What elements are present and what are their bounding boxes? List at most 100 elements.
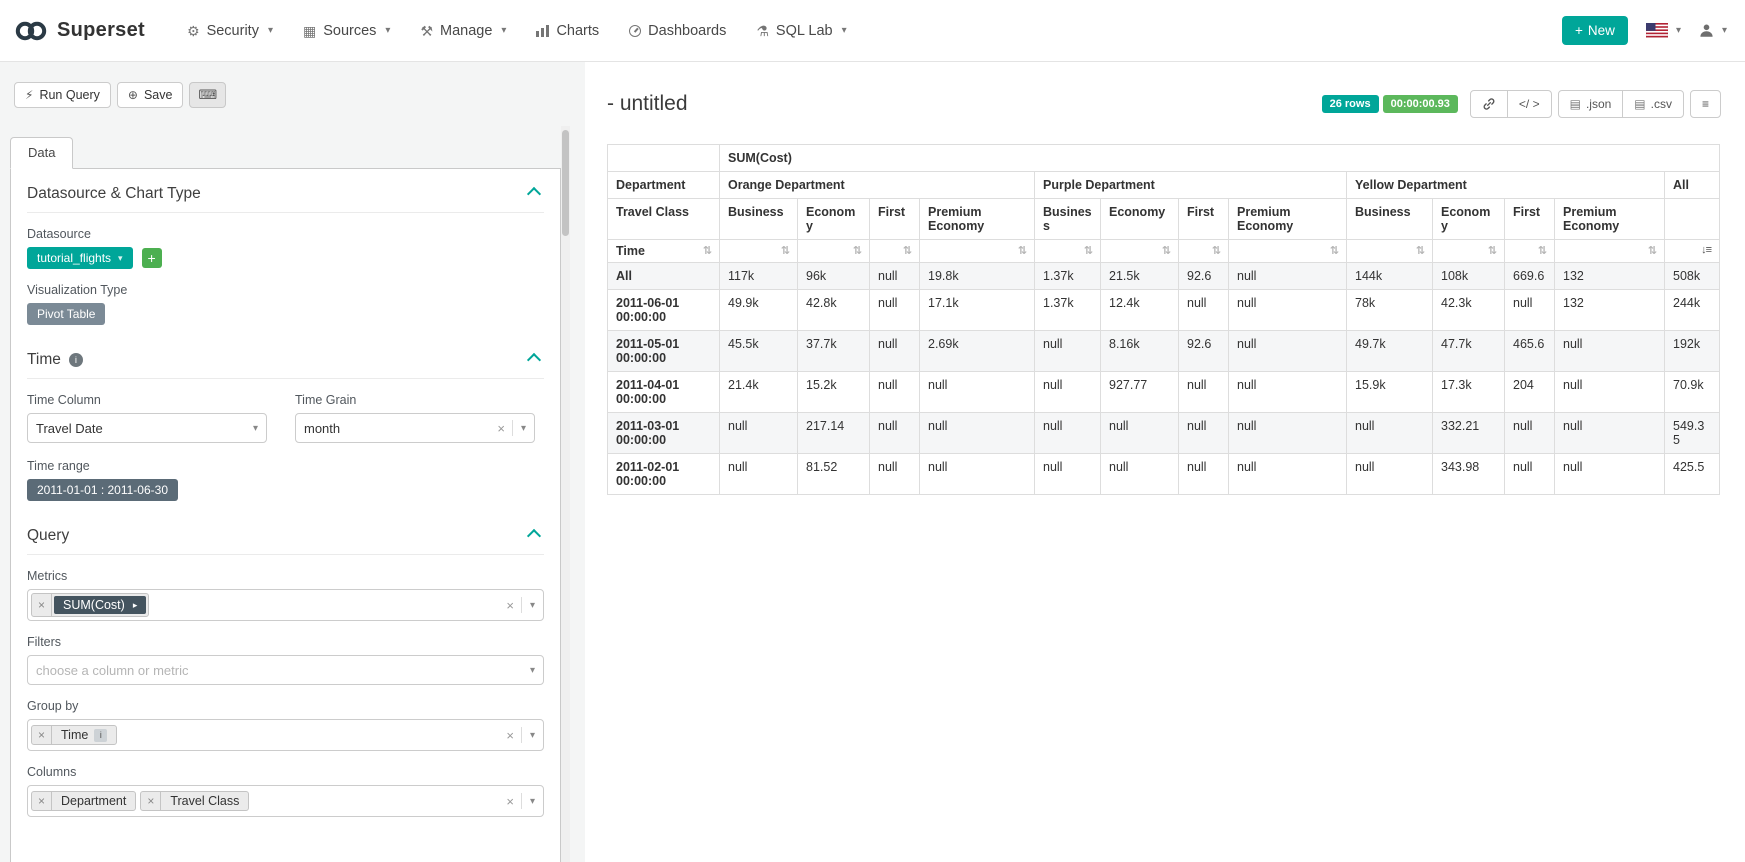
sort-icon[interactable]: ⇅ [1018,244,1026,257]
pivot-sort-column-header[interactable]: ⇅ [1179,240,1229,263]
column-chip[interactable]: ×Department [31,791,136,811]
new-button[interactable]: +New [1562,16,1628,45]
caret-right-icon: ▸ [133,600,138,611]
sort-icon[interactable]: ⇅ [781,244,789,257]
view-query-button[interactable]: </ > [1507,90,1552,118]
pivot-cell: null [1179,413,1229,454]
pivot-cell: null [1347,454,1433,495]
language-selector[interactable]: ▾ [1646,23,1681,38]
sort-icon[interactable]: ⇅ [853,244,861,257]
navbar-menu: ⚙Security▾▦Sources▾⚒Manage▾ChartsDashboa… [173,13,861,49]
time-range-field: Time range 2011-01-01 : 2011-06-30 [27,459,544,501]
sort-icon[interactable]: ⇅ [1488,244,1496,257]
pivot-sort-column-header[interactable]: ⇅ [798,240,870,263]
sort-icon[interactable]: ⇅ [1538,244,1546,257]
groupby-chip[interactable]: ×Timei [31,725,117,745]
save-button[interactable]: ⊕ Save [117,82,184,108]
sort-icon[interactable]: ⇅ [1212,244,1220,257]
clear-all-icon[interactable]: × [501,728,519,743]
pivot-class-header: Premium Economy [1555,199,1665,240]
pivot-row: 2011-03-01 00:00:00null217.14nullnullnul… [608,413,1720,454]
metric-pill-label: SUM(Cost) [63,598,125,612]
gear-icon: ⚙ [187,24,200,38]
time-range-button[interactable]: 2011-01-01 : 2011-06-30 [27,479,178,501]
collapse-chevron-icon[interactable] [527,353,541,367]
sort-icon[interactable]: ⇅ [903,244,911,257]
query-duration-badge: 00:00:00.93 [1383,95,1458,113]
export-csv-button[interactable]: ▤ .csv [1622,90,1684,118]
pivot-sort-column-header[interactable]: ↓≡ [1665,240,1720,263]
nav-item-manage[interactable]: ⚒Manage▾ [406,13,520,49]
pivot-sort-column-header[interactable]: ⇅ [870,240,920,263]
nav-item-charts[interactable]: Charts [522,13,613,49]
sort-icon[interactable]: ⇅ [1084,244,1092,257]
pivot-sort-time-header[interactable]: Time⇅ [608,240,720,263]
pivot-cell: 47.7k [1433,331,1505,372]
pivot-row-label: 2011-05-01 00:00:00 [608,331,720,372]
column-chip[interactable]: ×Travel Class [140,791,249,811]
pivot-row: 2011-06-01 00:00:0049.9k42.8knull17.1k1.… [608,290,1720,331]
us-flag-icon [1646,23,1668,38]
nav-item-label: Manage [440,23,492,39]
remove-chip-icon[interactable]: × [32,726,52,744]
groupby-select[interactable]: ×Timei × ▾ [27,719,544,751]
collapse-chevron-icon[interactable] [527,529,541,543]
pivot-sort-column-header[interactable]: ⇅ [720,240,798,263]
scrollbar-thumb[interactable] [562,130,569,236]
run-query-label: Run Query [39,88,99,102]
pivot-sort-column-header[interactable]: ⇅ [1555,240,1665,263]
pivot-cell: null [1505,454,1555,495]
sort-icon[interactable]: ⇅ [1648,244,1656,257]
add-datasource-button[interactable]: + [142,248,162,268]
metric-chip[interactable]: × SUM(Cost) ▸ [31,593,149,617]
pivot-cell: 21.4k [720,372,798,413]
tab-data[interactable]: Data [10,137,73,169]
filters-select[interactable]: choose a column or metric ▾ [27,655,544,685]
columns-select[interactable]: ×Department×Travel Class × ▾ [27,785,544,817]
nav-item-dashboards[interactable]: Dashboards [615,13,740,49]
pivot-sort-column-header[interactable]: ⇅ [1433,240,1505,263]
nav-item-sql-lab[interactable]: ⚗SQL Lab▾ [742,13,860,49]
brand-link[interactable]: Superset [14,19,145,43]
nav-item-security[interactable]: ⚙Security▾ [173,13,287,49]
time-column-select[interactable]: Travel Date ▾ [27,413,267,443]
run-query-button[interactable]: ⚡ Run Query [14,82,111,108]
clear-all-icon[interactable]: × [501,598,519,613]
collapse-chevron-icon[interactable] [527,187,541,201]
sort-icon[interactable]: ⇅ [1330,244,1338,257]
pivot-sort-column-header[interactable]: ⇅ [1035,240,1101,263]
time-grain-select[interactable]: month × ▾ [295,413,535,443]
remove-chip-icon[interactable]: × [141,792,161,810]
datasource-select-button[interactable]: tutorial_flights ▾ [27,247,133,269]
left-panel-scrollbar[interactable] [561,126,570,862]
sort-icon[interactable]: ⇅ [703,244,711,257]
pivot-sort-column-header[interactable]: ⇅ [1347,240,1433,263]
pivot-cell: 217.14 [798,413,870,454]
explore-control-panel: Datasource & Chart Type Datasource tutor… [10,168,561,862]
user-menu[interactable]: ▾ [1699,23,1727,38]
section-time: Time i Time Column Travel Date ▾ Time Gr… [27,351,544,501]
export-json-button[interactable]: ▤ .json [1558,90,1624,118]
sort-icon[interactable]: ⇅ [1416,244,1424,257]
metric-pill[interactable]: SUM(Cost) ▸ [54,596,146,614]
remove-chip-icon[interactable]: × [32,594,52,616]
pivot-sort-column-header[interactable]: ⇅ [1505,240,1555,263]
pivot-row-label: 2011-02-01 00:00:00 [608,454,720,495]
keyboard-shortcuts-button[interactable]: ⌨ [189,82,226,108]
sort-icon[interactable]: ⇅ [1162,244,1170,257]
remove-chip-icon[interactable]: × [32,792,52,810]
clear-icon[interactable]: × [492,421,510,436]
pivot-sort-column-header[interactable]: ⇅ [1229,240,1347,263]
pivot-sort-column-header[interactable]: ⇅ [1101,240,1179,263]
sort-amount-icon[interactable]: ↓≡ [1701,244,1711,256]
metrics-select[interactable]: ×SUM(Cost)▸ × ▾ [27,589,544,621]
share-link-button[interactable] [1470,90,1508,118]
viz-type-button[interactable]: Pivot Table [27,303,105,325]
clear-all-icon[interactable]: × [501,794,519,809]
pivot-cell: null [1101,454,1179,495]
groupby-chips: ×Timei [31,725,501,745]
nav-item-sources[interactable]: ▦Sources▾ [289,13,404,49]
pivot-sort-column-header[interactable]: ⇅ [920,240,1035,263]
pivot-class-header: Premium Economy [920,199,1035,240]
chart-menu-button[interactable]: ≡ [1690,90,1721,118]
